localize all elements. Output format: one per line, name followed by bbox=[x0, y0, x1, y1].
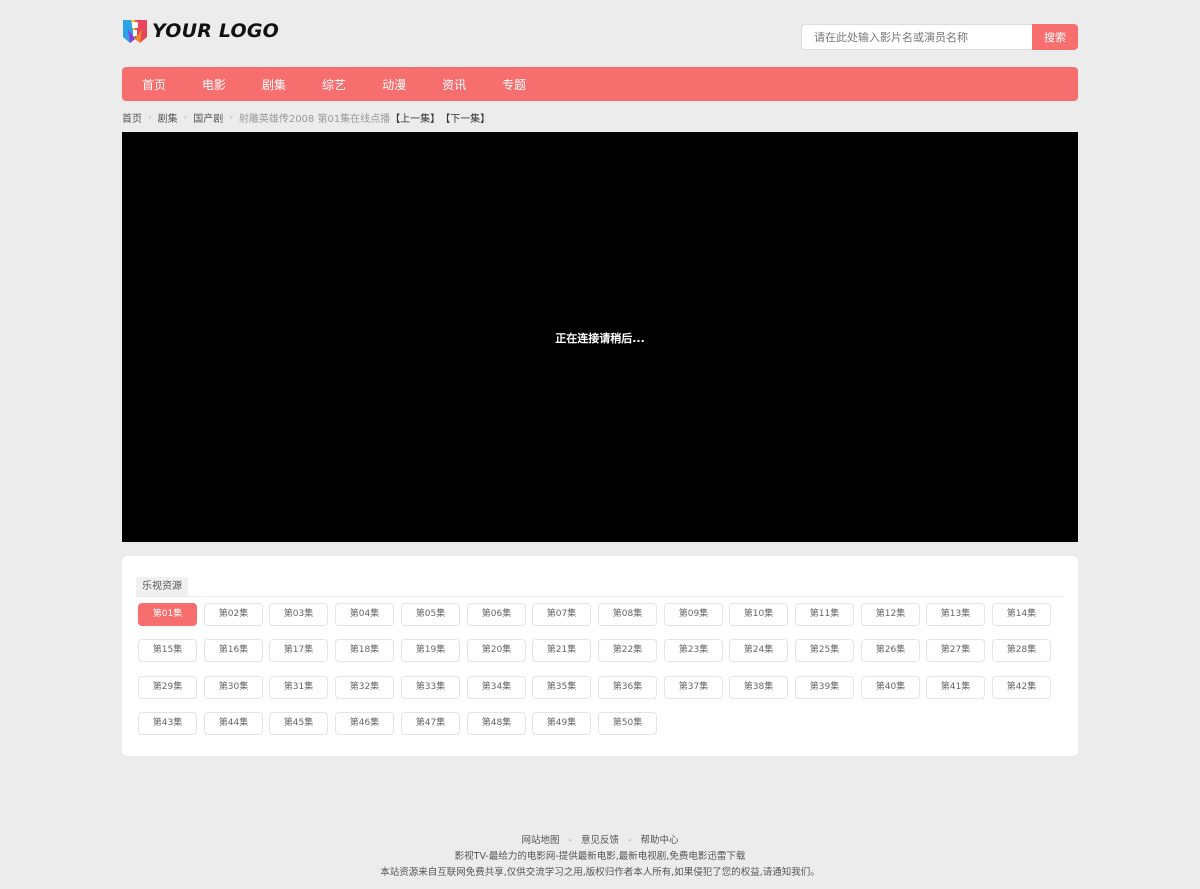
search-input[interactable] bbox=[801, 24, 1032, 50]
breadcrumb: 首页 › 剧集 › 国产剧 › 射雕英雄传2008 第01集在线点播 【上一集】… bbox=[122, 110, 490, 126]
nav-item-movies[interactable]: 电影 bbox=[202, 76, 226, 93]
episode-button[interactable]: 第07集 bbox=[532, 603, 591, 626]
episode-button[interactable]: 第09集 bbox=[664, 603, 723, 626]
breadcrumb-current: 射雕英雄传2008 第01集在线点播 bbox=[238, 114, 391, 125]
footer-link-sitemap[interactable]: 网站地图 bbox=[521, 835, 559, 846]
player-status: 正在连接请稍后... bbox=[555, 331, 645, 345]
episode-button[interactable]: 第30集 bbox=[204, 676, 263, 699]
episode-button[interactable]: 第13集 bbox=[926, 603, 985, 626]
episode-button[interactable]: 第36集 bbox=[598, 676, 657, 699]
episode-button[interactable]: 第37集 bbox=[664, 676, 723, 699]
episode-button[interactable]: 第19集 bbox=[401, 639, 460, 662]
episode-button[interactable]: 第43集 bbox=[138, 712, 197, 735]
episode-button[interactable]: 第11集 bbox=[795, 603, 854, 626]
episode-button[interactable]: 第03集 bbox=[269, 603, 328, 626]
episode-button[interactable]: 第23集 bbox=[664, 639, 723, 662]
nav-item-news[interactable]: 资讯 bbox=[442, 76, 466, 93]
episode-button[interactable]: 第24集 bbox=[729, 639, 788, 662]
episode-button[interactable]: 第15集 bbox=[138, 639, 197, 662]
episode-button[interactable]: 第32集 bbox=[335, 676, 394, 699]
episode-button[interactable]: 第48集 bbox=[467, 712, 526, 735]
footer-separator: - bbox=[628, 835, 632, 846]
episode-button[interactable]: 第20集 bbox=[467, 639, 526, 662]
breadcrumb-separator-icon: › bbox=[148, 112, 152, 123]
logo[interactable]: YOUR LOGO bbox=[122, 17, 279, 45]
video-player[interactable]: 正在连接请稍后... bbox=[122, 132, 1078, 542]
search-button[interactable]: 搜索 bbox=[1032, 24, 1078, 50]
episode-button[interactable]: 第47集 bbox=[401, 712, 460, 735]
episode-button[interactable]: 第44集 bbox=[204, 712, 263, 735]
episode-button[interactable]: 第49集 bbox=[532, 712, 591, 735]
episode-panel: 乐视资源 第01集 第02集 第03集 第04集 第05集 第06集 第07集 第08集 第09… bbox=[122, 556, 1078, 756]
episode-button[interactable]: 第04集 bbox=[335, 603, 394, 626]
logo-icon bbox=[123, 20, 147, 43]
footer-link-help[interactable]: 帮助中心 bbox=[641, 835, 679, 846]
logo-text: YOUR LOGO bbox=[152, 20, 280, 42]
episode-button[interactable]: 第41集 bbox=[926, 676, 985, 699]
source-tabs: 乐视资源 bbox=[136, 576, 1064, 597]
episode-button[interactable]: 第21集 bbox=[532, 639, 591, 662]
episode-button[interactable]: 第06集 bbox=[467, 603, 526, 626]
main-nav: 首页 电影 剧集 综艺 动漫 资讯 专题 bbox=[122, 67, 1078, 101]
breadcrumb-separator-icon: › bbox=[229, 112, 233, 123]
episode-button[interactable]: 第25集 bbox=[795, 639, 854, 662]
header: YOUR LOGO 搜索 bbox=[122, 14, 1078, 54]
episode-button[interactable]: 第17集 bbox=[269, 639, 328, 662]
episode-button[interactable]: 第08集 bbox=[598, 603, 657, 626]
episode-button[interactable]: 第34集 bbox=[467, 676, 526, 699]
nav-item-variety[interactable]: 综艺 bbox=[322, 76, 346, 93]
episode-button[interactable]: 第22集 bbox=[598, 639, 657, 662]
episode-button[interactable]: 第14集 bbox=[992, 603, 1051, 626]
nav-item-home[interactable]: 首页 bbox=[142, 76, 166, 93]
episode-button[interactable]: 第46集 bbox=[335, 712, 394, 735]
episode-button[interactable]: 第28集 bbox=[992, 639, 1051, 662]
episode-button[interactable]: 第38集 bbox=[729, 676, 788, 699]
prev-episode-link[interactable]: 【上一集】 bbox=[390, 110, 440, 125]
footer-disclaimer: 本站资源来自互联网免费共享,仅供交流学习之用,版权归作者本人所有,如果侵犯了您的… bbox=[380, 867, 820, 878]
episode-button[interactable]: 第10集 bbox=[729, 603, 788, 626]
episode-button[interactable]: 第27集 bbox=[926, 639, 985, 662]
footer-tagline: 影视TV-最给力的电影网-提供最新电影,最新电视剧,免费电影迅雷下载 bbox=[454, 851, 746, 862]
episode-button[interactable]: 第42集 bbox=[992, 676, 1051, 699]
episode-button[interactable]: 第29集 bbox=[138, 676, 197, 699]
episode-button[interactable]: 第01集 bbox=[138, 603, 197, 626]
episode-button[interactable]: 第26集 bbox=[861, 639, 920, 662]
episode-button[interactable]: 第39集 bbox=[795, 676, 854, 699]
breadcrumb-category[interactable]: 剧集 bbox=[158, 110, 178, 125]
episode-button[interactable]: 第45集 bbox=[269, 712, 328, 735]
footer-separator: - bbox=[568, 835, 572, 846]
tab-source-letv[interactable]: 乐视资源 bbox=[136, 577, 188, 596]
episode-button[interactable]: 第18集 bbox=[335, 639, 394, 662]
search-bar: 搜索 bbox=[801, 24, 1078, 50]
episode-button[interactable]: 第33集 bbox=[401, 676, 460, 699]
nav-item-series[interactable]: 剧集 bbox=[262, 76, 286, 93]
footer-links: 网站地图 - 意见反馈 - 帮助中心 bbox=[0, 833, 1200, 849]
breadcrumb-home[interactable]: 首页 bbox=[122, 110, 142, 125]
footer: 网站地图 - 意见反馈 - 帮助中心 影视TV-最给力的电影网-提供最新电影,最… bbox=[0, 833, 1200, 881]
episode-button[interactable]: 第16集 bbox=[204, 639, 263, 662]
episode-button[interactable]: 第02集 bbox=[204, 603, 263, 626]
episode-button[interactable]: 第05集 bbox=[401, 603, 460, 626]
episode-button[interactable]: 第50集 bbox=[598, 712, 657, 735]
footer-link-feedback[interactable]: 意见反馈 bbox=[581, 835, 619, 846]
episode-button[interactable]: 第40集 bbox=[861, 676, 920, 699]
breadcrumb-separator-icon: › bbox=[183, 112, 188, 123]
episode-button[interactable]: 第31集 bbox=[269, 676, 328, 699]
episode-button[interactable]: 第12集 bbox=[861, 603, 920, 626]
nav-item-topics[interactable]: 专题 bbox=[502, 76, 526, 93]
breadcrumb-subcategory[interactable]: 国产剧 bbox=[193, 110, 223, 125]
episode-button[interactable]: 第35集 bbox=[532, 676, 591, 699]
nav-item-anime[interactable]: 动漫 bbox=[382, 76, 406, 93]
next-episode-link[interactable]: 【下一集】 bbox=[440, 110, 490, 125]
